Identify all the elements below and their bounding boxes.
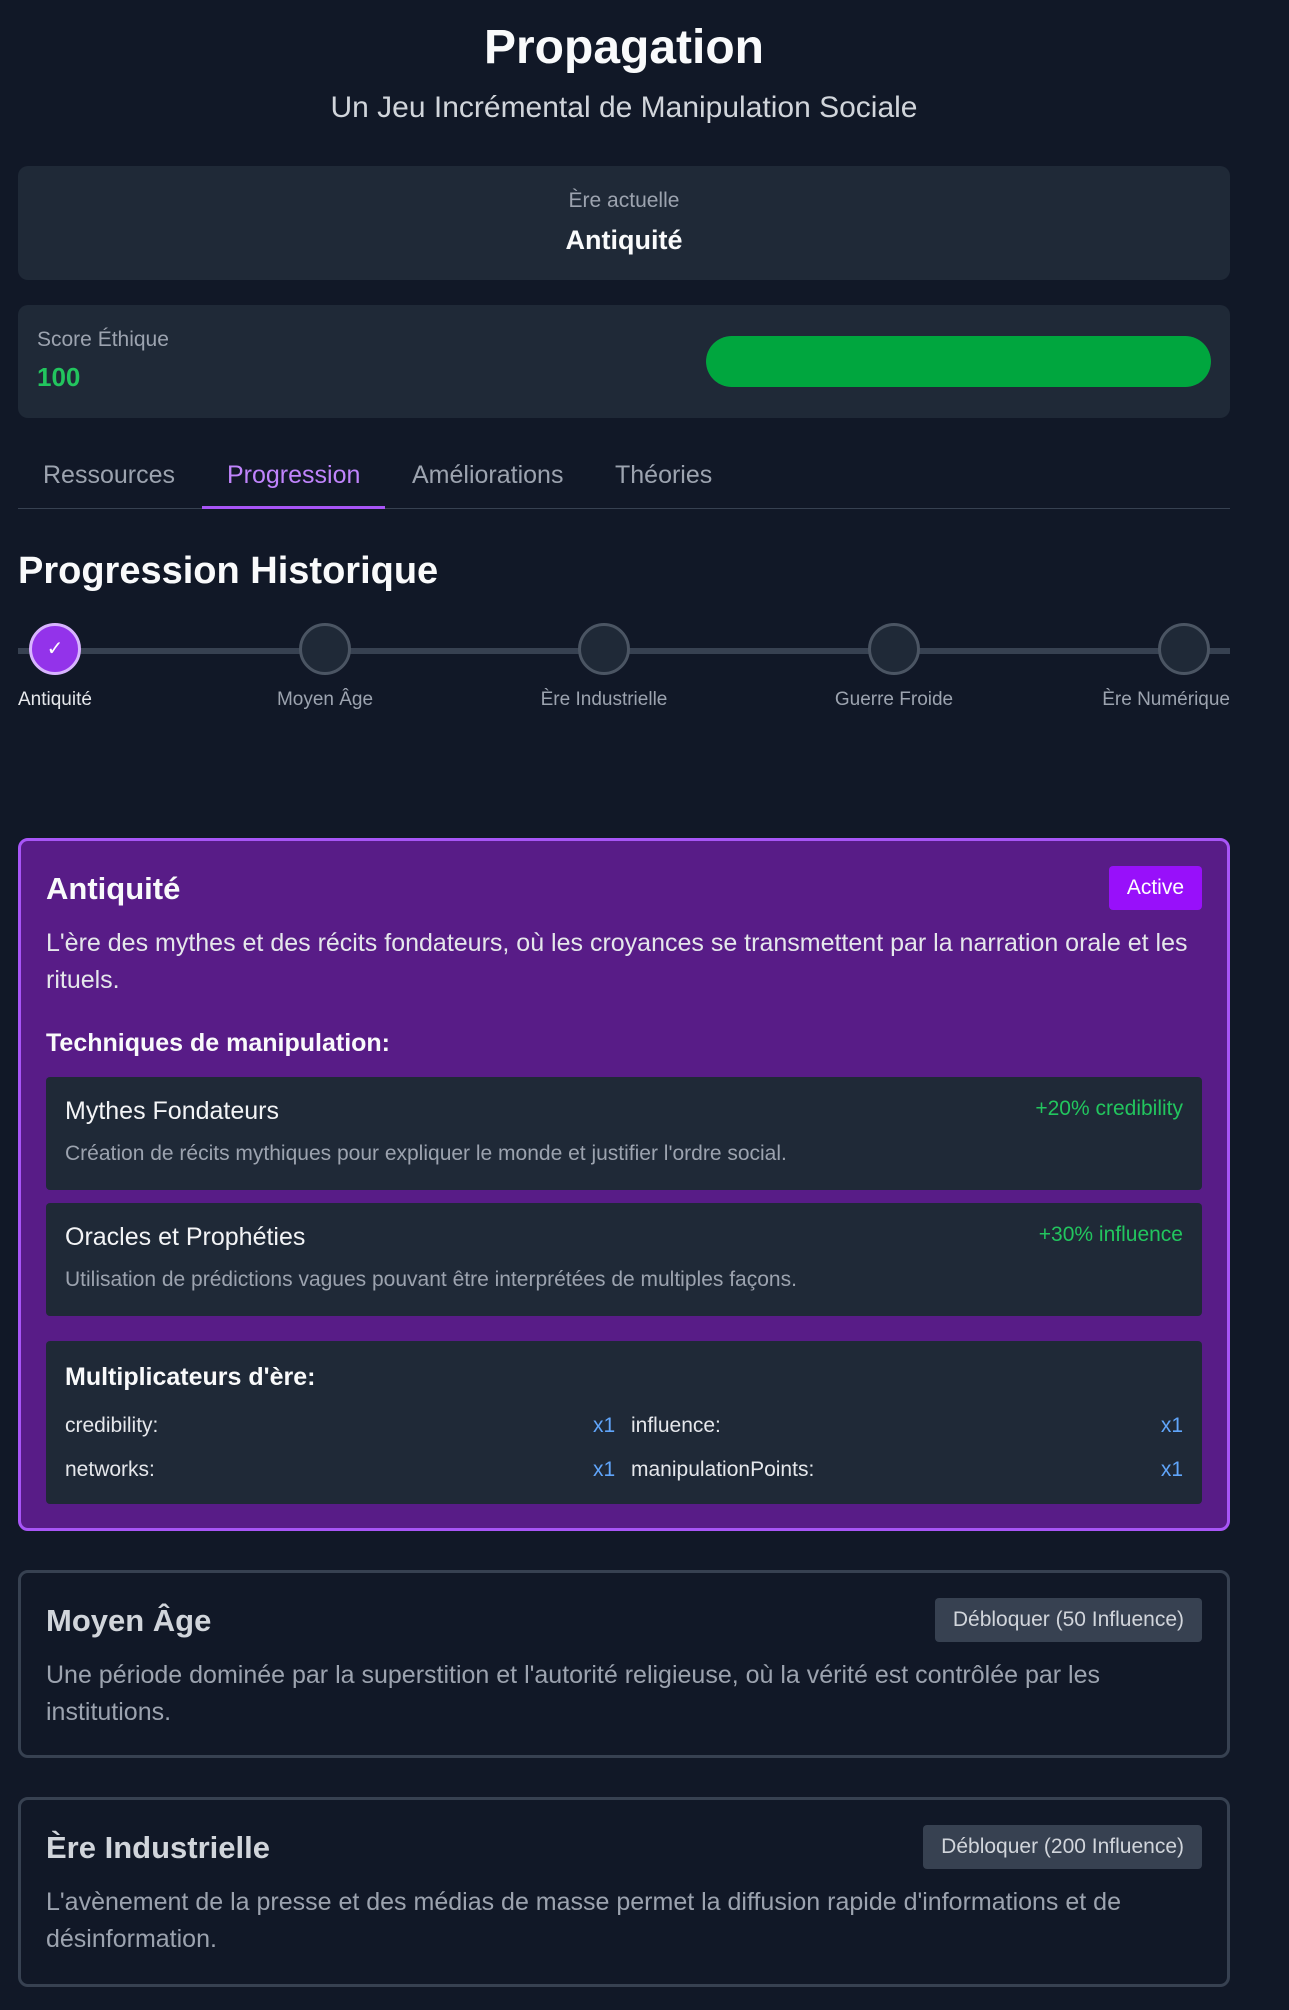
ethics-progress-bar <box>706 336 1211 387</box>
active-badge: Active <box>1108 866 1202 910</box>
tab-bar: Ressources Progression Améliorations Thé… <box>18 443 1230 509</box>
tab-progression[interactable]: Progression <box>202 443 386 509</box>
multiplier-key: credibility: <box>65 1414 159 1437</box>
tab-theories[interactable]: Théories <box>590 443 737 507</box>
era-name: Antiquité <box>46 871 181 906</box>
page-subtitle: Un Jeu Incrémental de Manipulation Socia… <box>330 91 918 124</box>
technique-description: Création de récits mythiques pour expliq… <box>65 1142 787 1165</box>
multipliers-heading: Multiplicateurs d'ère: <box>65 1363 316 1391</box>
technique-description: Utilisation de prédictions vagues pouvan… <box>65 1268 797 1291</box>
multiplier-value: x1 <box>593 1414 616 1437</box>
multiplier-value: x1 <box>593 1458 616 1481</box>
current-era-label: Ère actuelle <box>568 189 680 212</box>
ethics-progress-fill <box>706 336 1211 387</box>
timeline-dot <box>299 623 351 675</box>
page-title: Propagation <box>483 21 764 74</box>
timeline-label: Moyen Âge <box>276 689 374 710</box>
technique-name: Oracles et Prophéties <box>65 1223 306 1251</box>
ethics-score-value: 100 <box>37 362 81 392</box>
multiplier-value: x1 <box>1160 1414 1183 1437</box>
app-container: Propagation Un Jeu Incrémental de Manipu… <box>18 0 1230 1987</box>
technique-bonus: +20% credibility <box>1035 1097 1183 1120</box>
era-description: Une période dominée par la superstition … <box>46 1661 1100 1726</box>
timeline-dot <box>1158 623 1210 675</box>
era-card-antiquite: Antiquité Active L'ère des mythes et des… <box>18 838 1230 1531</box>
era-name: Moyen Âge <box>46 1603 212 1638</box>
multiplier-key: influence: <box>631 1414 721 1437</box>
unlock-button[interactable]: Débloquer (50 Influence) <box>934 1598 1202 1642</box>
check-icon: ✓ <box>29 623 81 675</box>
technique-bonus: +30% influence <box>1038 1223 1183 1246</box>
technique-card: Mythes Fondateurs +20% credibility Créat… <box>46 1077 1202 1190</box>
timeline-step-ere-numerique[interactable]: Ère Numérique <box>1080 623 1230 711</box>
ethics-score-label: Score Éthique <box>37 328 169 351</box>
tab-ameliorations[interactable]: Améliorations <box>387 443 588 507</box>
tab-ressources[interactable]: Ressources <box>18 443 200 507</box>
timeline-label: Ère Industrielle <box>540 689 668 710</box>
unlock-button[interactable]: Débloquer (200 Influence) <box>923 1825 1202 1869</box>
technique-name: Mythes Fondateurs <box>65 1097 279 1125</box>
timeline-dot <box>868 623 920 675</box>
timeline-step-ere-industrielle[interactable]: Ère Industrielle <box>504 623 704 711</box>
timeline-label: Guerre Froide <box>834 689 954 710</box>
timeline-label: Ère Numérique <box>1102 689 1230 710</box>
era-card-moyen-age: Moyen Âge Débloquer (50 Influence) Une p… <box>18 1570 1230 1758</box>
technique-card: Oracles et Prophéties +30% influence Uti… <box>46 1203 1202 1316</box>
era-name: Ère Industrielle <box>46 1830 270 1865</box>
timeline-dot <box>578 623 630 675</box>
era-card-ere-industrielle: Ère Industrielle Débloquer (200 Influenc… <box>18 1797 1230 1987</box>
techniques-heading: Techniques de manipulation: <box>46 1029 391 1057</box>
multiplier-value: x1 <box>1160 1458 1183 1481</box>
multiplier-key: manipulationPoints: <box>631 1458 815 1481</box>
era-description: L'ère des mythes et des récits fondateur… <box>46 929 1188 994</box>
era-timeline: ✓ Antiquité Moyen Âge Ère Industrielle G… <box>18 623 1230 710</box>
era-multipliers-panel: Multiplicateurs d'ère: credibility: x1 i… <box>46 1341 1202 1504</box>
current-era-value: Antiquité <box>565 225 683 255</box>
ethics-score-card: Score Éthique 100 <box>18 305 1230 418</box>
timeline-label: Antiquité <box>18 689 92 710</box>
timeline-step-moyen-age[interactable]: Moyen Âge <box>225 623 425 711</box>
timeline-step-guerre-froide[interactable]: Guerre Froide <box>794 623 994 711</box>
section-title: Progression Historique <box>18 550 439 592</box>
era-description: L'avènement de la presse et des médias d… <box>46 1888 1121 1953</box>
multiplier-key: networks: <box>65 1458 155 1481</box>
current-era-card: Ère actuelle Antiquité <box>18 166 1230 280</box>
timeline-step-antiquite[interactable]: ✓ Antiquité <box>18 623 92 711</box>
